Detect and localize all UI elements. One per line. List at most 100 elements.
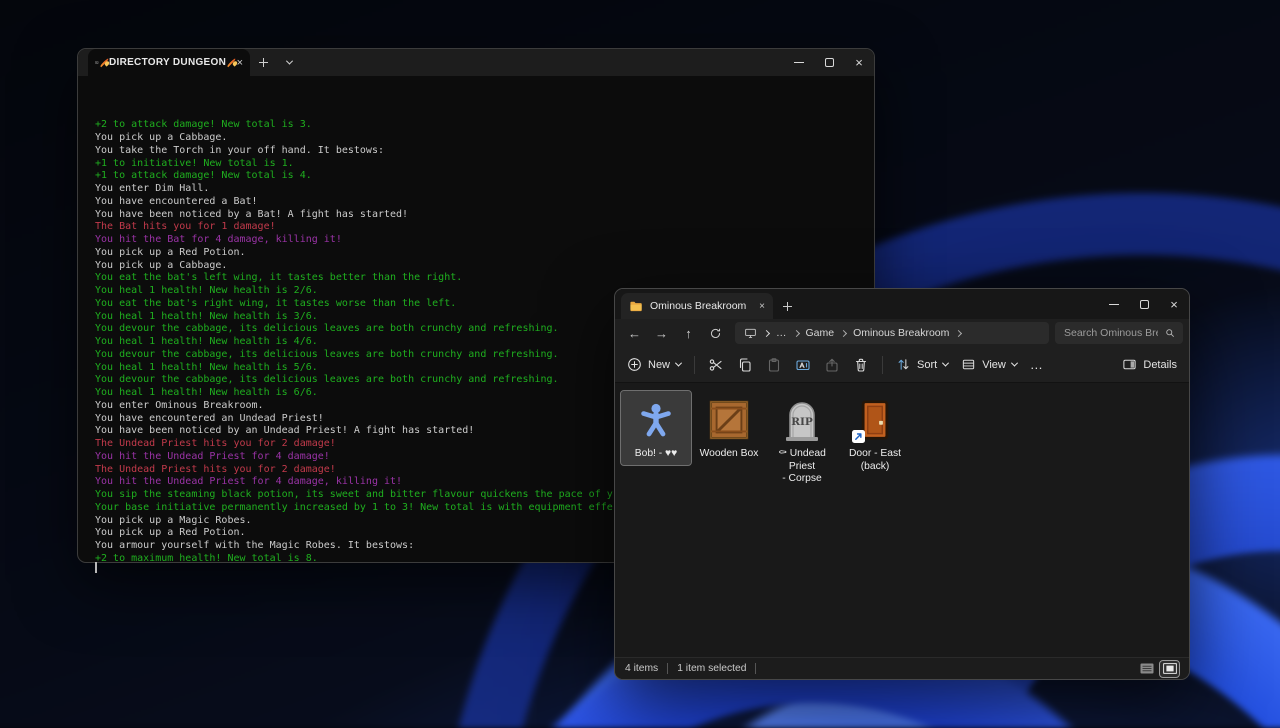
file-list[interactable]: RIP Bob! - ♥♥ xyxy=(615,383,1189,657)
terminal-tab-bar: DIRECTORY DUNGEON × × xyxy=(78,49,874,76)
explorer-tab[interactable]: Ominous Breakroom × xyxy=(621,293,773,319)
command-bar: New xyxy=(615,347,1189,383)
terminal-line: The Bat hits you for 1 damage! xyxy=(95,221,870,234)
new-tab-button[interactable] xyxy=(773,293,801,319)
cut-icon xyxy=(708,357,724,373)
file-item[interactable]: RIP Door - East (back) xyxy=(840,391,910,477)
terminal-line: You eat the bat's left wing, it tastes b… xyxy=(95,272,870,285)
minimize-button[interactable] xyxy=(1099,289,1129,319)
file-item[interactable]: RIP Bob! - ♥♥ xyxy=(621,391,691,465)
breadcrumb-segment[interactable]: … xyxy=(776,327,799,339)
thumbnail-view-toggle[interactable] xyxy=(1160,661,1179,677)
minimize-icon xyxy=(1109,304,1119,305)
chevron-down-icon xyxy=(942,360,949,367)
refresh-button[interactable] xyxy=(702,321,729,345)
terminal-line: You pick up a Red Potion. xyxy=(95,247,870,260)
delete-button[interactable] xyxy=(853,357,869,373)
paste-button[interactable] xyxy=(766,357,782,373)
details-pane-button[interactable]: Details xyxy=(1122,357,1177,372)
search-icon xyxy=(1164,327,1176,339)
breadcrumb-segment[interactable]: Game xyxy=(806,327,847,339)
status-bar: 4 items 1 item selected xyxy=(615,657,1189,679)
maximize-button[interactable] xyxy=(1129,289,1159,319)
plus-icon xyxy=(259,58,268,67)
minimize-icon xyxy=(794,62,804,63)
rename-icon xyxy=(795,357,811,373)
file-item-label: Bob! - ♥♥ xyxy=(635,448,678,461)
copy-button[interactable] xyxy=(737,357,753,373)
terminal-line: You enter Dim Hall. xyxy=(95,183,870,196)
file-item-label: Wooden Box xyxy=(700,448,759,461)
terminal-line: +2 to attack damage! New total is 3. xyxy=(95,119,870,132)
this-pc-icon xyxy=(744,327,757,339)
terminal-line: You have been noticed by a Bat! A fight … xyxy=(95,209,870,222)
chevron-right-icon xyxy=(840,329,847,336)
terminal-line: You pick up a Cabbage. xyxy=(95,132,870,145)
cut-button[interactable] xyxy=(708,357,724,373)
terminal-line: +1 to initiative! New total is 1. xyxy=(95,158,870,171)
terminal-line: You hit the Bat for 4 damage, killing it… xyxy=(95,234,870,247)
forward-button[interactable]: → xyxy=(648,321,675,345)
toolbar-divider xyxy=(882,356,883,374)
details-view-icon xyxy=(1140,663,1154,674)
explorer-tab-title: Ominous Breakroom xyxy=(650,300,746,312)
new-circle-plus-icon xyxy=(627,357,642,372)
search-input[interactable] xyxy=(1062,326,1160,340)
plus-icon xyxy=(783,302,792,311)
up-button[interactable]: ↑ xyxy=(675,321,702,345)
minimize-button[interactable] xyxy=(784,49,814,76)
rename-button[interactable] xyxy=(795,357,811,373)
chevron-down-icon xyxy=(675,360,682,367)
flame-icon xyxy=(103,57,105,68)
file-item[interactable]: RIP ⚰ Undead Priest - Corpse xyxy=(767,391,837,490)
back-button[interactable]: ← xyxy=(621,321,648,345)
file-explorer-window: Ominous Breakroom × × ← → ↑ xyxy=(614,288,1190,680)
view-icon xyxy=(961,357,976,372)
share-button[interactable] xyxy=(824,357,840,373)
address-bar: ← → ↑ … Game xyxy=(615,319,1189,347)
details-view-toggle[interactable] xyxy=(1137,661,1156,677)
view-button[interactable]: View xyxy=(961,357,1017,372)
close-icon: × xyxy=(855,56,863,69)
status-divider xyxy=(755,663,756,674)
chevron-right-icon xyxy=(955,329,962,336)
svg-text:RIP: RIP xyxy=(791,416,813,428)
new-button[interactable]: New xyxy=(627,357,681,372)
chevron-right-icon xyxy=(763,329,770,336)
close-button[interactable]: × xyxy=(1159,289,1189,319)
see-more-button[interactable]: … xyxy=(1030,357,1044,372)
terminal-line: You pick up a Cabbage. xyxy=(95,260,870,273)
terminal-line: You have encountered a Bat! xyxy=(95,196,870,209)
file-item[interactable]: RIP Wooden Box xyxy=(694,391,764,465)
paste-icon xyxy=(766,357,782,373)
maximize-icon xyxy=(1140,300,1149,309)
sort-button[interactable]: Sort xyxy=(896,357,948,372)
search-box[interactable] xyxy=(1055,322,1183,344)
maximize-icon xyxy=(825,58,834,67)
selected-count: 1 item selected xyxy=(677,663,746,674)
tab-dropdown-button[interactable] xyxy=(276,49,302,76)
terminal-app-icon xyxy=(95,56,99,69)
new-tab-button[interactable] xyxy=(250,49,276,76)
share-icon xyxy=(824,357,840,373)
shortcut-overlay-icon xyxy=(852,430,865,443)
terminal-tab[interactable]: DIRECTORY DUNGEON × xyxy=(88,49,250,76)
refresh-icon xyxy=(709,327,722,340)
breadcrumb-segment[interactable]: Ominous Breakroom xyxy=(853,327,961,339)
chevron-right-icon xyxy=(792,329,799,336)
folder-icon xyxy=(629,300,643,312)
explorer-tab-bar: Ominous Breakroom × × xyxy=(615,289,1189,319)
tab-close-icon[interactable]: × xyxy=(759,301,765,312)
flame-icon xyxy=(230,57,232,68)
chevron-down-icon xyxy=(285,58,292,65)
status-divider xyxy=(667,663,668,674)
terminal-line: +1 to attack damage! New total is 4. xyxy=(95,170,870,183)
close-button[interactable]: × xyxy=(844,49,874,76)
terminal-cursor xyxy=(95,562,97,573)
tombstone-rip-icon: RIP xyxy=(780,398,824,442)
breadcrumb[interactable]: … Game Ominous Breakroom xyxy=(735,322,1049,344)
chevron-down-icon xyxy=(1011,360,1018,367)
sort-icon xyxy=(896,357,911,372)
maximize-button[interactable] xyxy=(814,49,844,76)
close-icon: × xyxy=(1170,298,1178,311)
